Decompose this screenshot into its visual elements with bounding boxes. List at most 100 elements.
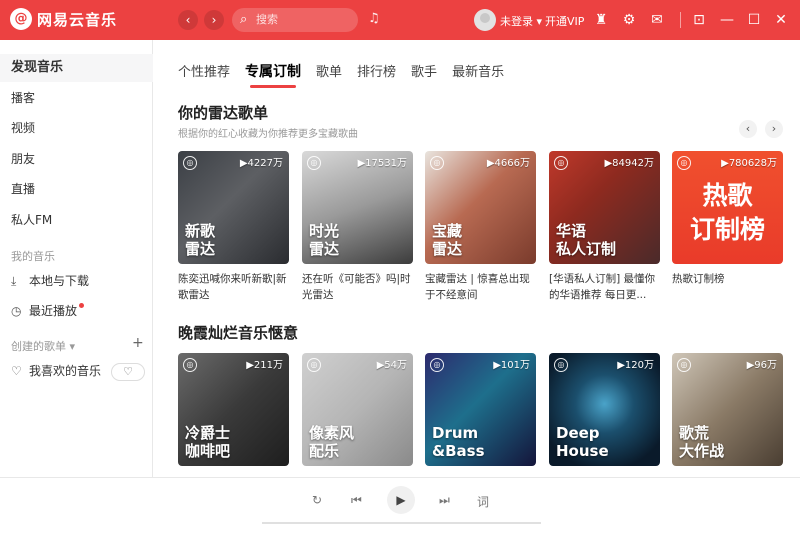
next-track-icon[interactable]: ⏭ (439, 493, 450, 508)
playlist-card[interactable]: ◎ ▶54万 像素风 配乐 (302, 353, 413, 466)
playlist-icon: ◎ (183, 358, 197, 372)
playlist-cover[interactable]: ◎ ▶4666万 宝藏 雷达 (425, 151, 536, 264)
playlist-cover[interactable]: ◎ ▶780628万 热歌 订制榜 (672, 151, 783, 264)
playlist-title[interactable]: 还在听《可能否》吗|时光雷达 (302, 271, 413, 303)
avatar[interactable] (474, 9, 496, 31)
sidebar-item-recent[interactable]: ◷ 最近播放 (0, 297, 153, 325)
tab-artists[interactable]: 歌手 (411, 61, 437, 81)
play-count: ▶96万 (746, 360, 777, 371)
vip-button[interactable]: 开通VIP (545, 13, 584, 29)
cover-title: 歌荒 大作战 (679, 424, 725, 460)
sidebar-item-discover[interactable]: 发现音乐 (0, 54, 153, 82)
clock-icon: ◷ (11, 304, 22, 318)
sidebar-item-video[interactable]: 视频 (0, 114, 153, 142)
play-count: ▶4666万 (486, 158, 530, 169)
add-playlist-icon[interactable]: + (132, 335, 144, 351)
cover-title: 时光 雷达 (309, 222, 340, 258)
play-count: ▶17531万 (357, 158, 407, 169)
playlist-cover[interactable]: ◎ ▶211万 冷爵士 咖啡吧 (178, 353, 289, 466)
miniplayer-icon[interactable]: ⊡ (690, 11, 708, 29)
gear-icon[interactable]: ⚙ (620, 11, 638, 29)
forward-button[interactable]: › (204, 10, 224, 30)
back-button[interactable]: ‹ (178, 10, 198, 30)
search-input[interactable] (256, 11, 352, 29)
cover-title: 热歌 订制榜 (689, 181, 765, 244)
playlist-card[interactable]: ◎ ▶17531万 时光 雷达 还在听《可能否》吗|时光雷达 (302, 151, 413, 303)
playlist-title[interactable]: 陈奕迅喊你来听新歌|新歌雷达 (178, 271, 289, 303)
close-icon[interactable]: ✕ (772, 11, 790, 29)
search-box[interactable]: ⌕ (232, 8, 358, 32)
netease-logo-icon: @ (10, 8, 32, 30)
title-bar: @ 网易云音乐 ‹ › ⌕ ♫ 未登录 ▾ 开通VIP ♜ ⚙ ✉ ⊡ — ☐ … (0, 0, 800, 40)
cover-title: 宝藏 雷达 (432, 222, 463, 258)
playlist-card[interactable]: ◎ ▶84942万 华语 私人订制 [华语私人订制] 最懂你的华语推荐 每日更.… (549, 151, 660, 303)
sidebar: 发现音乐 播客 视频 朋友 直播 私人FM 我的音乐 ⤓ 本地与下载 ◷ 最近播放 … (0, 40, 153, 477)
playlist-icon: ◎ (677, 358, 691, 372)
app-logo[interactable]: @ 网易云音乐 (10, 8, 117, 30)
playlist-title[interactable]: 宝藏雷达 | 惊喜总出现于不经意间 (425, 271, 536, 303)
playlist-cover[interactable]: ◎ ▶54万 像素风 配乐 (302, 353, 413, 466)
radar-icon: ◎ (677, 156, 691, 170)
play-count: ▶84942万 (604, 158, 654, 169)
playlist-icon: ◎ (430, 358, 444, 372)
tab-custom[interactable]: 专属订制 (245, 61, 301, 88)
notification-dot (79, 303, 85, 308)
sunset-section-title: 晚霞灿烂音乐惬意 (178, 324, 299, 342)
play-count: ▶120万 (617, 360, 654, 371)
maximize-icon[interactable]: ☐ (745, 11, 763, 29)
mail-icon[interactable]: ✉ (648, 11, 666, 29)
playlist-card[interactable]: ◎ ▶120万 Deep House (549, 353, 660, 466)
playlist-cover[interactable]: ◎ ▶101万 Drum &Bass (425, 353, 536, 466)
play-count: ▶101万 (493, 360, 530, 371)
playlist-icon: ◎ (554, 358, 568, 372)
playlist-title[interactable]: [华语私人订制] 最懂你的华语推荐 每日更... (549, 271, 660, 303)
playlist-title[interactable]: 热歌订制榜 (672, 271, 783, 303)
radar-icon: ◎ (183, 156, 197, 170)
next-arrow-icon[interactable]: › (765, 120, 783, 138)
previous-track-icon[interactable]: ⏮ (351, 493, 362, 508)
playlist-cover[interactable]: ◎ ▶17531万 时光 雷达 (302, 151, 413, 264)
tab-playlists[interactable]: 歌单 (316, 61, 342, 81)
playlist-cover[interactable]: ◎ ▶84942万 华语 私人订制 (549, 151, 660, 264)
sidebar-item-live[interactable]: 直播 (0, 175, 153, 203)
cover-title: Drum &Bass (432, 424, 485, 460)
sidebar-item-local-download[interactable]: ⤓ 本地与下载 (0, 267, 153, 295)
playlist-card[interactable]: ◎ ▶211万 冷爵士 咖啡吧 (178, 353, 289, 466)
sidebar-item-fm[interactable]: 私人FM (0, 206, 153, 234)
voice-search-icon[interactable]: ♫ (368, 11, 380, 26)
radar-section-subtitle: 根据你的红心收藏为你推荐更多宝藏歌曲 (178, 129, 358, 140)
my-music-section-title: 我的音乐 (11, 250, 55, 263)
sidebar-item-label: 本地与下载 (29, 274, 90, 288)
download-icon: ⤓ (11, 274, 17, 288)
lyrics-button[interactable]: 词 (477, 493, 489, 510)
cover-title: 冷爵士 咖啡吧 (185, 424, 231, 460)
progress-bar[interactable] (262, 522, 541, 524)
playlist-card[interactable]: ◎ ▶96万 歌荒 大作战 (672, 353, 783, 466)
minimize-icon[interactable]: — (718, 11, 736, 29)
loop-icon[interactable]: ↻ (312, 493, 322, 507)
created-playlists-title[interactable]: 创建的歌单 ▾ (11, 338, 75, 354)
play-count: ▶54万 (376, 360, 407, 371)
heart-mode-button[interactable]: ♡ (111, 363, 145, 381)
sidebar-item-friends[interactable]: 朋友 (0, 145, 153, 173)
playlist-card[interactable]: ◎ ▶780628万 热歌 订制榜 热歌订制榜 (672, 151, 783, 303)
play-count: ▶211万 (246, 360, 283, 371)
playlist-cover[interactable]: ◎ ▶120万 Deep House (549, 353, 660, 466)
play-button[interactable]: ▶ (387, 486, 415, 514)
tab-charts[interactable]: 排行榜 (357, 61, 396, 81)
sidebar-item-podcast[interactable]: 播客 (0, 84, 153, 112)
playlist-card[interactable]: ◎ ▶101万 Drum &Bass (425, 353, 536, 466)
cover-title: 像素风 配乐 (309, 424, 355, 460)
playlist-cover[interactable]: ◎ ▶96万 歌荒 大作战 (672, 353, 783, 466)
prev-arrow-icon[interactable]: ‹ (739, 120, 757, 138)
playlist-cover[interactable]: ◎ ▶4227万 新歌 雷达 (178, 151, 289, 264)
login-button[interactable]: 未登录 ▾ (500, 13, 542, 29)
playlist-card[interactable]: ◎ ▶4227万 新歌 雷达 陈奕迅喊你来听新歌|新歌雷达 (178, 151, 289, 303)
skin-icon[interactable]: ♜ (592, 11, 610, 29)
divider (680, 12, 681, 28)
tab-recommend[interactable]: 个性推荐 (178, 61, 230, 81)
playlist-card[interactable]: ◎ ▶4666万 宝藏 雷达 宝藏雷达 | 惊喜总出现于不经意间 (425, 151, 536, 303)
tab-new-music[interactable]: 最新音乐 (452, 61, 504, 81)
app-title: 网易云音乐 (37, 10, 118, 29)
play-count: ▶780628万 (721, 158, 777, 169)
